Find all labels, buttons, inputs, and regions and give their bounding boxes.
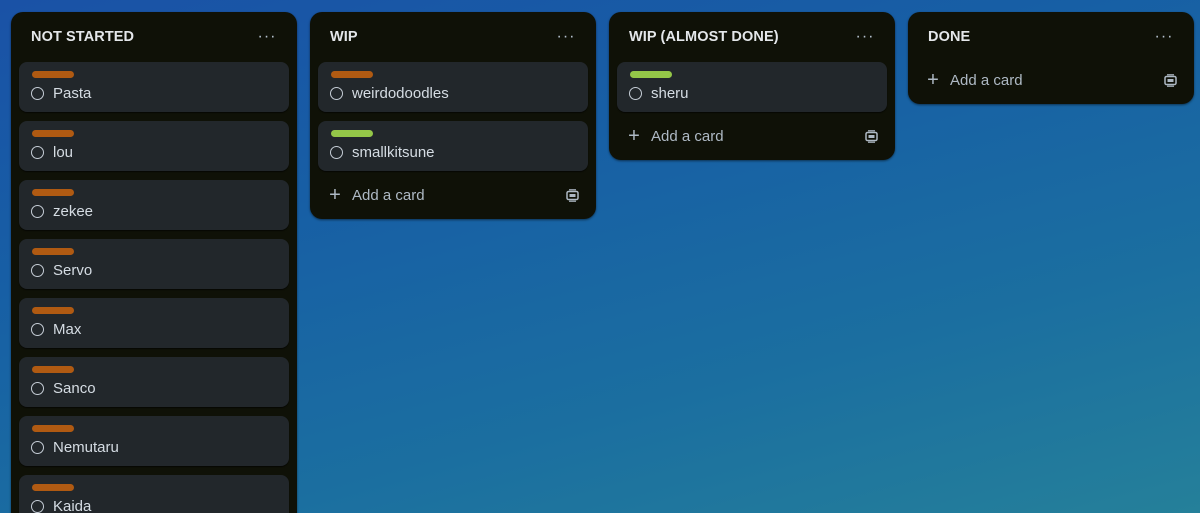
card[interactable]: weirdodoodles: [318, 62, 588, 112]
card-title: Kaida: [53, 498, 92, 513]
more-icon[interactable]: ···: [1150, 23, 1178, 51]
complete-circle-icon[interactable]: [31, 500, 44, 513]
list-title[interactable]: DONE: [928, 29, 970, 45]
list-header: WIP (ALMOST DONE) ···: [617, 12, 887, 62]
list-title[interactable]: WIP: [330, 29, 358, 45]
list-title[interactable]: WIP (ALMOST DONE): [629, 29, 779, 45]
card[interactable]: smallkitsune: [318, 121, 588, 171]
complete-circle-icon[interactable]: [31, 264, 44, 277]
plus-icon: +: [628, 125, 640, 147]
complete-circle-icon[interactable]: [31, 323, 44, 336]
complete-circle-icon[interactable]: [31, 87, 44, 100]
card-label[interactable]: [32, 248, 74, 255]
card[interactable]: lou: [19, 121, 289, 171]
card-list: sheru: [617, 62, 887, 112]
card-title: Pasta: [53, 85, 92, 102]
card-title: Sanco: [53, 380, 96, 397]
add-card-button[interactable]: + Add a card: [318, 177, 588, 213]
card[interactable]: Pasta: [19, 62, 289, 112]
card-label[interactable]: [32, 130, 74, 137]
card-title: Nemutaru: [53, 439, 119, 456]
list-title[interactable]: NOT STARTED: [31, 29, 134, 45]
card-label[interactable]: [32, 425, 74, 432]
card-title: sheru: [651, 85, 689, 102]
board: NOT STARTED ··· Pasta lou zekee Servo Ma…: [0, 0, 1200, 513]
card-label[interactable]: [32, 71, 74, 78]
add-card-button[interactable]: + Add a card: [916, 62, 1186, 98]
more-icon[interactable]: ···: [552, 23, 580, 51]
complete-circle-icon[interactable]: [629, 87, 642, 100]
list-done: DONE ··· + Add a card: [908, 12, 1194, 104]
card-title: smallkitsune: [352, 144, 435, 161]
complete-circle-icon[interactable]: [31, 146, 44, 159]
card[interactable]: Kaida: [19, 475, 289, 513]
card-label[interactable]: [331, 130, 373, 137]
card[interactable]: Max: [19, 298, 289, 348]
card-label[interactable]: [32, 484, 74, 491]
template-icon[interactable]: [1162, 72, 1178, 88]
card[interactable]: Sanco: [19, 357, 289, 407]
add-card-label: Add a card: [950, 71, 1023, 89]
add-card-button[interactable]: + Add a card: [617, 118, 887, 154]
card[interactable]: Servo: [19, 239, 289, 289]
card[interactable]: zekee: [19, 180, 289, 230]
more-icon[interactable]: ···: [253, 23, 281, 51]
template-icon[interactable]: [564, 187, 580, 203]
complete-circle-icon[interactable]: [31, 205, 44, 218]
list-header: NOT STARTED ···: [19, 12, 289, 62]
add-card-label: Add a card: [352, 186, 425, 204]
card[interactable]: sheru: [617, 62, 887, 112]
plus-icon: +: [927, 69, 939, 91]
card[interactable]: Nemutaru: [19, 416, 289, 466]
card-list: Pasta lou zekee Servo Max Sanco Nemutaru…: [19, 62, 289, 513]
card-title: lou: [53, 144, 74, 161]
complete-circle-icon[interactable]: [330, 87, 343, 100]
list-header: WIP ···: [318, 12, 588, 62]
card-label[interactable]: [630, 71, 672, 78]
list-wip: WIP ··· weirdodoodles smallkitsune + Add…: [310, 12, 596, 219]
card-title: Max: [53, 321, 82, 338]
template-icon[interactable]: [863, 128, 879, 144]
add-card-label: Add a card: [651, 127, 724, 145]
complete-circle-icon[interactable]: [31, 382, 44, 395]
card-label[interactable]: [32, 307, 74, 314]
card-title: zekee: [53, 203, 94, 220]
card-label[interactable]: [32, 366, 74, 373]
more-icon[interactable]: ···: [851, 23, 879, 51]
card-label[interactable]: [32, 189, 74, 196]
list-wip-almost-done: WIP (ALMOST DONE) ··· sheru + Add a card: [609, 12, 895, 160]
list-header: DONE ···: [916, 12, 1186, 62]
complete-circle-icon[interactable]: [330, 146, 343, 159]
card-title: weirdodoodles: [352, 85, 449, 102]
card-list: weirdodoodles smallkitsune: [318, 62, 588, 171]
card-label[interactable]: [331, 71, 373, 78]
card-title: Servo: [53, 262, 93, 279]
list-not-started: NOT STARTED ··· Pasta lou zekee Servo Ma…: [11, 12, 297, 513]
complete-circle-icon[interactable]: [31, 441, 44, 454]
plus-icon: +: [329, 184, 341, 206]
